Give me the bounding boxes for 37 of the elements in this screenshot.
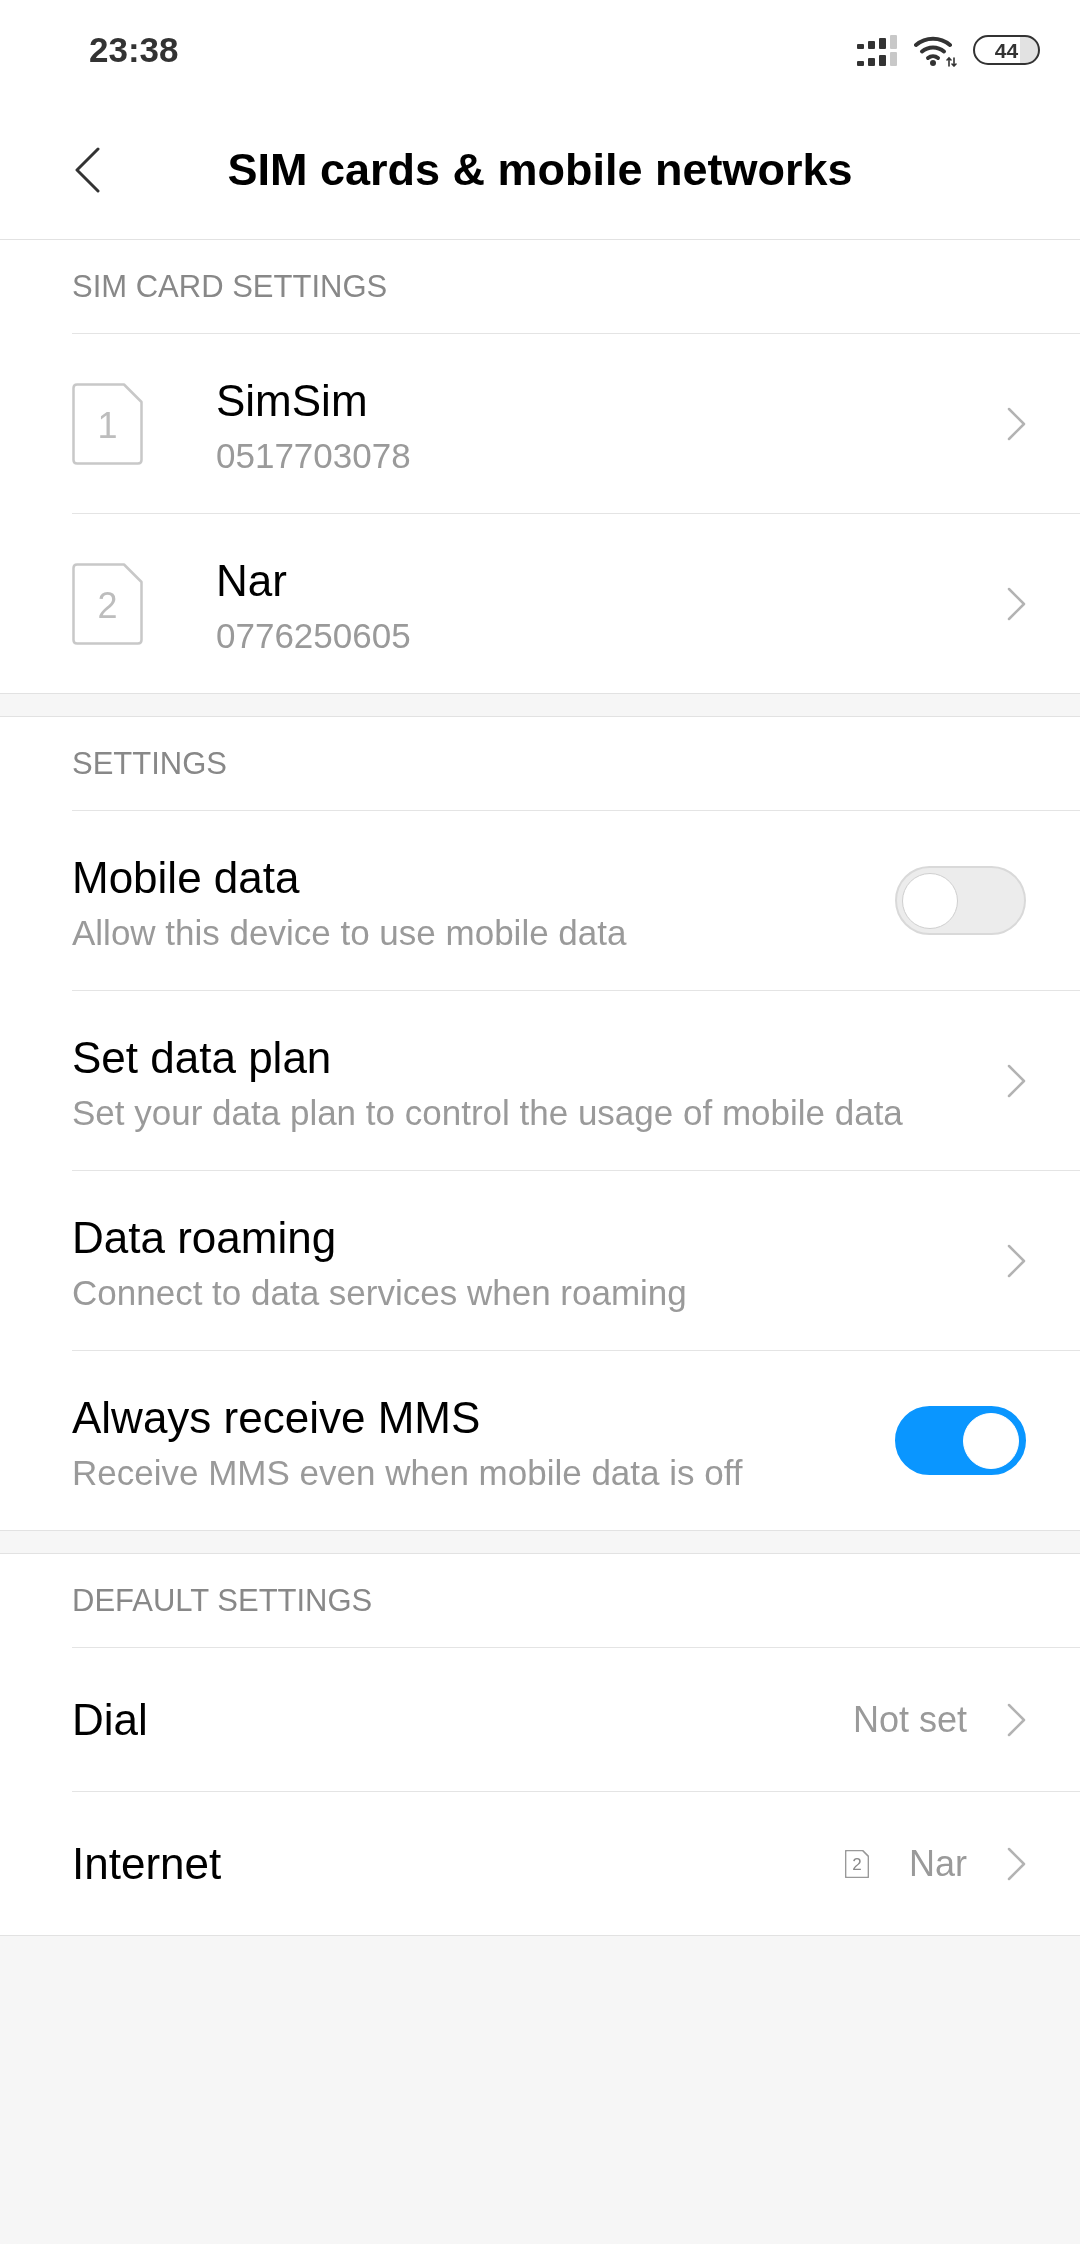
sim-slot-number: 2 bbox=[852, 1855, 862, 1873]
chevron-right-icon bbox=[1007, 1702, 1026, 1737]
page-title: SIM cards & mobile networks bbox=[227, 142, 853, 197]
setting-value: Nar bbox=[909, 1841, 967, 1886]
chevron-right-icon bbox=[1007, 1063, 1026, 1098]
back-button[interactable] bbox=[74, 146, 100, 193]
battery-indicator: 44 bbox=[973, 35, 1040, 65]
section-header: DEFAULT SETTINGS bbox=[71, 1581, 374, 1620]
setting-title: Mobile data bbox=[72, 853, 301, 903]
setting-description: Set your data plan to control the usage of mobile data bbox=[72, 1092, 904, 1134]
sim-slot-number: 2 bbox=[97, 587, 118, 624]
setting-title: Always receive MMS bbox=[72, 1393, 482, 1443]
chevron-right-icon bbox=[1007, 1846, 1026, 1881]
chevron-right-icon bbox=[1007, 1243, 1026, 1278]
setting-description: Receive MMS even when mobile data is off bbox=[72, 1452, 744, 1494]
phone-number: 0517703078 bbox=[216, 435, 412, 477]
sim-name: SimSim bbox=[216, 376, 369, 426]
setting-title: Internet bbox=[72, 1838, 223, 1889]
sim-card-icon bbox=[845, 1849, 869, 1878]
section-header: SETTINGS bbox=[71, 744, 228, 783]
sim-card-icon bbox=[72, 382, 143, 465]
setting-title: Data roaming bbox=[72, 1213, 338, 1263]
sim-name: Nar bbox=[216, 556, 288, 606]
setting-value: Not set bbox=[852, 1697, 967, 1742]
section-header: SIM CARD SETTINGS bbox=[71, 267, 389, 306]
phone-number: 0776250605 bbox=[216, 615, 412, 657]
status-time: 23:38 bbox=[89, 30, 179, 70]
chevron-right-icon bbox=[1007, 586, 1026, 621]
setting-description: Allow this device to use mobile data bbox=[72, 912, 628, 954]
signal-icon bbox=[857, 34, 898, 66]
sim-slot-number: 1 bbox=[97, 407, 118, 444]
setting-description: Connect to data services when roaming bbox=[72, 1272, 688, 1314]
setting-title: Set data plan bbox=[72, 1033, 333, 1083]
sim-card-icon bbox=[72, 562, 143, 645]
chevron-right-icon bbox=[1007, 406, 1026, 441]
back-icon bbox=[74, 146, 100, 193]
setting-title: Dial bbox=[72, 1694, 149, 1745]
